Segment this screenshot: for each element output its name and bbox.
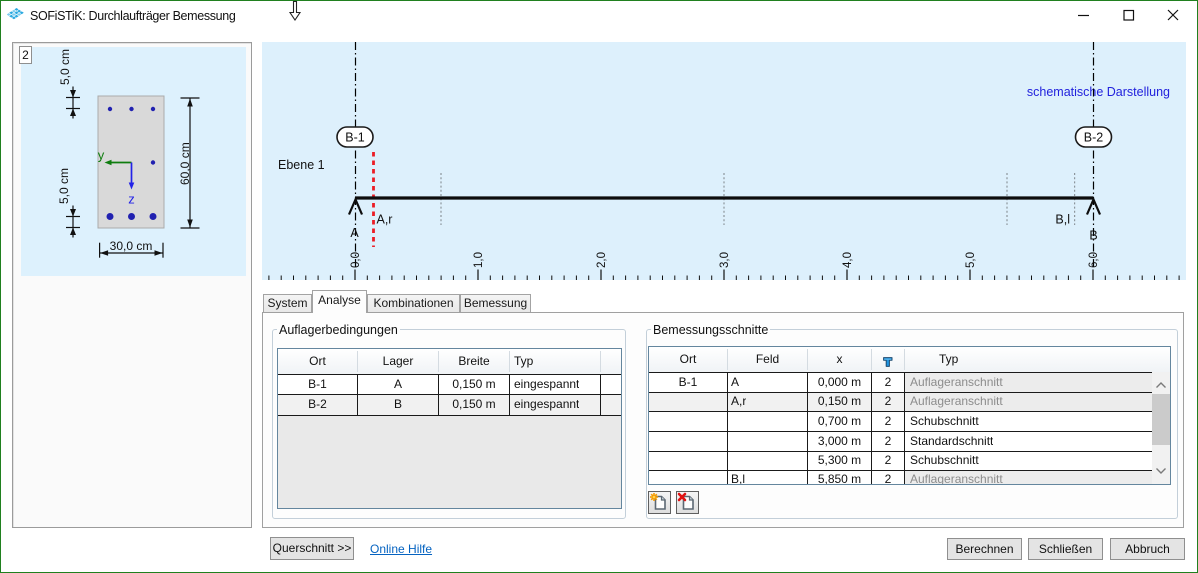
svg-text:60,0 cm: 60,0 cm	[178, 142, 192, 185]
svg-text:B-1: B-1	[345, 131, 365, 145]
svg-text:4,0: 4,0	[842, 252, 854, 268]
svg-text:3,0: 3,0	[719, 252, 731, 268]
svg-text:2,0: 2,0	[596, 252, 608, 268]
svg-text:schematische Darstellung: schematische Darstellung	[1027, 85, 1170, 99]
svg-text:Ebene 1: Ebene 1	[278, 158, 325, 172]
svg-text:A,r: A,r	[377, 213, 393, 227]
svg-text:5,0 cm: 5,0 cm	[58, 49, 72, 85]
svg-text:B,l: B,l	[1055, 213, 1070, 227]
svg-text:30,0 cm: 30,0 cm	[110, 239, 153, 253]
svg-text:1,0: 1,0	[473, 252, 485, 268]
svg-text:B: B	[1089, 229, 1097, 243]
svg-text:z: z	[128, 192, 135, 207]
svg-text:B-2: B-2	[1084, 131, 1104, 145]
svg-text:5,0 cm: 5,0 cm	[57, 168, 71, 204]
svg-text:0,0: 0,0	[350, 252, 362, 268]
svg-text:y: y	[98, 148, 105, 163]
svg-text:6,0: 6,0	[1088, 252, 1100, 268]
svg-text:5,0: 5,0	[965, 252, 977, 268]
svg-text:A: A	[350, 226, 359, 240]
